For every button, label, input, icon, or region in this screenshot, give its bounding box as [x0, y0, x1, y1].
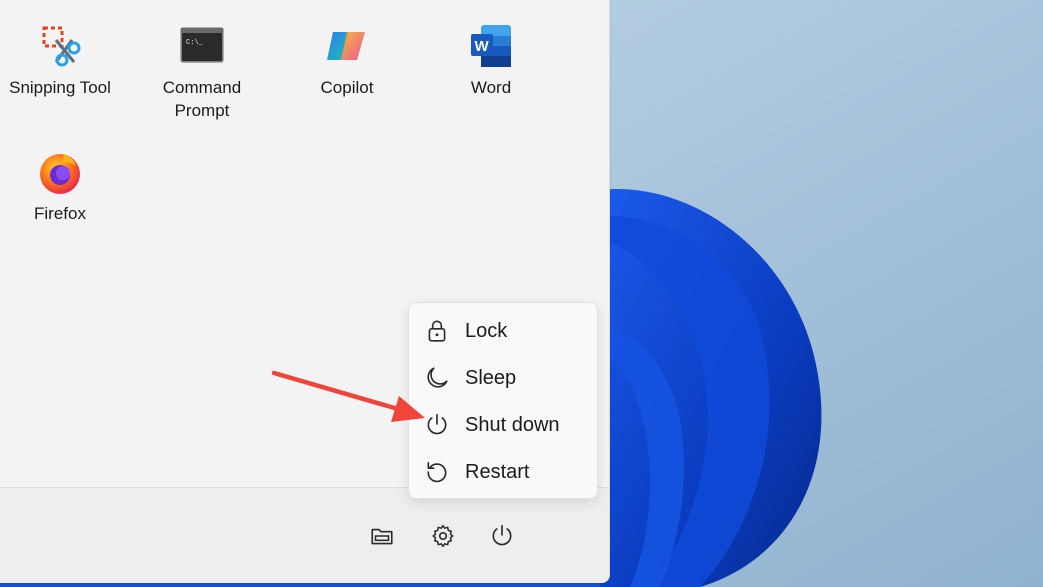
app-label: Command Prompt: [162, 78, 242, 120]
restart-icon: [427, 461, 447, 483]
power-icon: [427, 413, 447, 435]
lock-icon: [428, 320, 446, 342]
power-menu-label: Lock: [465, 319, 508, 342]
app-label: Word: [470, 78, 512, 97]
power-menu-label: Restart: [465, 460, 530, 483]
svg-text:C:\_: C:\_: [186, 39, 204, 47]
app-label: Snipping Tool: [9, 78, 111, 97]
gear-icon: [432, 524, 454, 548]
power-button[interactable]: [486, 520, 518, 552]
file-explorer-icon: [371, 528, 393, 545]
file-explorer-button[interactable]: [366, 520, 398, 552]
firefox-icon: [40, 154, 80, 194]
svg-text:W: W: [475, 38, 490, 55]
app-label: Copilot: [320, 78, 374, 97]
power-menu: Lock Sleep Shut down Restart: [408, 302, 598, 499]
settings-button[interactable]: [427, 520, 459, 552]
power-menu-item-lock[interactable]: Lock: [423, 311, 587, 351]
pinned-app-firefox[interactable]: Firefox: [0, 148, 120, 225]
word-icon: W: [471, 25, 511, 67]
power-menu-item-restart[interactable]: Restart: [423, 452, 587, 492]
app-label: Firefox: [34, 204, 86, 223]
snipping-tool-icon: [42, 26, 81, 67]
pinned-app-snipping-tool[interactable]: Snipping Tool: [0, 22, 120, 99]
power-menu-label: Sleep: [465, 366, 517, 389]
moon-icon: [427, 367, 448, 388]
copilot-icon: [327, 32, 365, 60]
power-menu-item-shut-down[interactable]: Shut down: [423, 405, 587, 445]
power-icon: [492, 524, 512, 546]
power-menu-item-sleep[interactable]: Sleep: [423, 358, 587, 398]
command-prompt-icon: C:\_: [180, 27, 224, 63]
power-menu-label: Shut down: [465, 413, 560, 436]
pinned-app-copilot[interactable]: Copilot: [287, 22, 407, 99]
pinned-app-command-prompt[interactable]: C:\_ Command Prompt: [142, 22, 262, 122]
pinned-app-word[interactable]: W Word: [431, 22, 551, 99]
